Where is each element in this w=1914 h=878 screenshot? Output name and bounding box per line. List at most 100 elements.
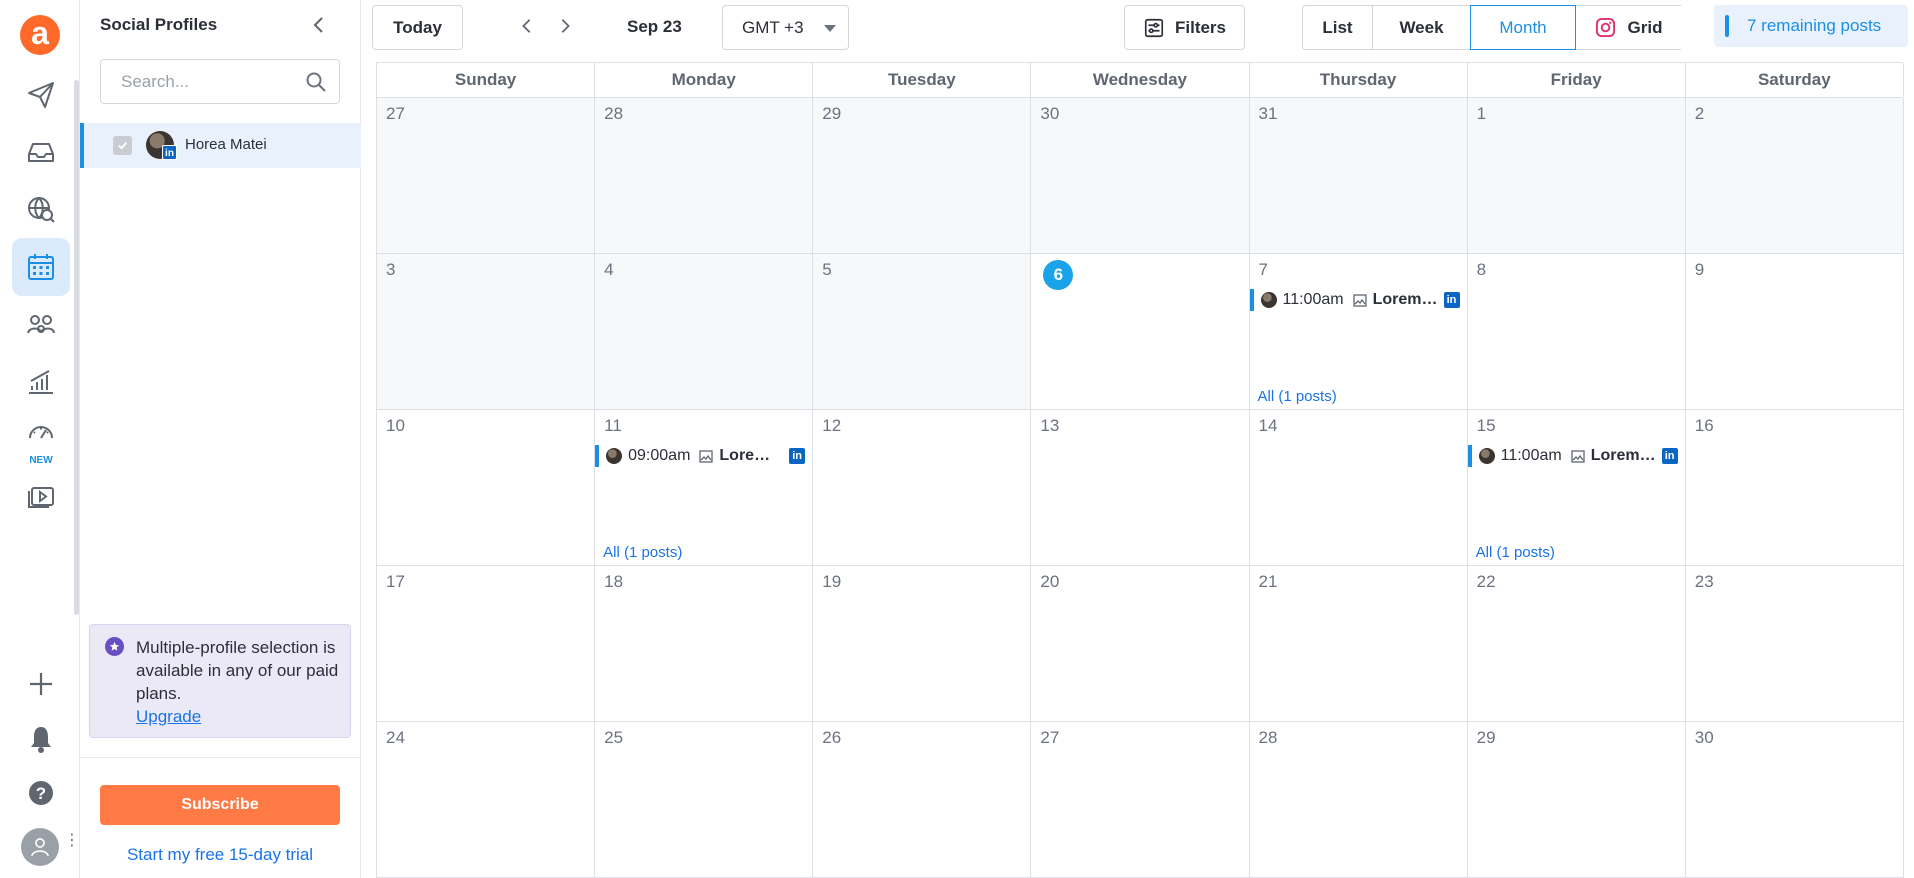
day-cell[interactable]: 7 11:00am Lorem ip... in All (1 posts): [1249, 254, 1468, 410]
filters-button[interactable]: Filters: [1124, 5, 1245, 50]
day-cell[interactable]: 26: [813, 722, 1032, 878]
media-library-icon[interactable]: [12, 467, 70, 525]
day-cell[interactable]: 29: [813, 98, 1032, 254]
month-calendar: Sunday Monday Tuesday Wednesday Thursday…: [376, 62, 1904, 878]
all-posts-link[interactable]: All (1 posts): [1476, 544, 1555, 561]
profile-name: Horea Matei: [185, 136, 267, 153]
scheduled-post[interactable]: 11:00am Lorem ip... in: [1467, 445, 1684, 467]
current-date-label: Sep 23: [627, 17, 682, 36]
day-number: 19: [822, 572, 842, 591]
day-cell[interactable]: 17: [377, 566, 596, 722]
day-cell[interactable]: 4: [595, 254, 814, 410]
day-cell[interactable]: 16: [1685, 410, 1904, 566]
remaining-indicator: [1725, 15, 1729, 37]
search-icon[interactable]: [305, 71, 327, 93]
profile-checkbox[interactable]: [113, 136, 132, 155]
user-avatar-icon[interactable]: [21, 828, 59, 866]
post-time: 11:00am: [1282, 291, 1344, 308]
rail-scrollbar[interactable]: [74, 80, 79, 615]
panel-title: Social Profiles: [100, 15, 218, 34]
new-badge: NEW: [29, 455, 53, 466]
day-cell[interactable]: 27: [377, 98, 596, 254]
profile-search-input[interactable]: [101, 60, 301, 103]
day-cell[interactable]: 27: [1031, 722, 1250, 878]
day-cell[interactable]: 13: [1031, 410, 1250, 566]
plus-icon[interactable]: [12, 655, 70, 713]
day-cell[interactable]: 8: [1467, 254, 1686, 410]
day-cell[interactable]: 1: [1467, 98, 1686, 254]
day-cell[interactable]: 21: [1249, 566, 1468, 722]
day-cell[interactable]: 19: [813, 566, 1032, 722]
analytics-icon[interactable]: [12, 353, 70, 411]
day-cell[interactable]: 31: [1249, 98, 1468, 254]
all-posts-link[interactable]: All (1 posts): [1258, 388, 1337, 405]
calendar-toolbar: Today Sep 23 GMT +3 Filters List Week Mo…: [362, 0, 1914, 58]
day-cell[interactable]: 5: [813, 254, 1032, 410]
view-list-button[interactable]: List: [1302, 5, 1373, 50]
next-month-button[interactable]: [553, 14, 577, 38]
day-cell[interactable]: 10: [377, 410, 596, 566]
post-title: Lorem ip...: [1372, 291, 1438, 308]
view-grid-button[interactable]: Grid: [1575, 5, 1681, 50]
upgrade-link[interactable]: Upgrade: [136, 707, 201, 726]
day-number: 3: [386, 260, 396, 279]
post-title: Lorem i...: [719, 447, 783, 464]
team-icon[interactable]: [12, 296, 70, 354]
day-number: 23: [1694, 572, 1714, 591]
all-posts-link[interactable]: All (1 posts): [603, 544, 682, 561]
day-cell[interactable]: 2: [1685, 98, 1904, 254]
app-logo[interactable]: a: [20, 15, 60, 55]
view-month-button[interactable]: Month: [1470, 5, 1576, 50]
caret-down-icon: [824, 25, 836, 32]
day-cell[interactable]: 11 09:00am Lorem i... in All (1 posts): [595, 410, 814, 566]
collapse-panel-button[interactable]: [304, 12, 334, 38]
linkedin-icon: in: [1661, 448, 1678, 464]
day-cell[interactable]: 22: [1467, 566, 1686, 722]
publish-icon[interactable]: [12, 66, 70, 124]
day-cell[interactable]: 15 11:00am Lorem ip... in All (1 posts): [1467, 410, 1686, 566]
globe-search-icon[interactable]: [12, 180, 70, 238]
dashboard-gauge-icon[interactable]: NEW: [12, 410, 70, 468]
day-cell[interactable]: 14: [1249, 410, 1468, 566]
day-cell[interactable]: 3: [377, 254, 596, 410]
day-cell[interactable]: 24: [377, 722, 596, 878]
day-number: 25: [604, 728, 624, 747]
bell-icon[interactable]: [12, 710, 70, 768]
panel-divider: [80, 757, 361, 758]
day-cell[interactable]: 12: [813, 410, 1032, 566]
day-number: 27: [1040, 728, 1060, 747]
filters-icon: [1144, 18, 1164, 37]
day-cell[interactable]: 25: [595, 722, 814, 878]
day-cell[interactable]: 18: [595, 566, 814, 722]
kebab-menu-icon[interactable]: ⋮: [64, 833, 80, 849]
day-number: 28: [604, 104, 624, 123]
profile-item[interactable]: in Horea Matei: [80, 123, 361, 168]
day-cell-today[interactable]: 6: [1031, 254, 1250, 410]
day-number: 16: [1694, 416, 1714, 435]
check-icon: [118, 142, 127, 150]
timezone-select[interactable]: GMT +3: [722, 5, 849, 50]
day-number: 30: [1040, 104, 1060, 123]
day-cell[interactable]: 29: [1467, 722, 1686, 878]
remaining-posts-badge[interactable]: 7 remaining posts: [1714, 5, 1908, 47]
view-week-button[interactable]: Week: [1372, 5, 1471, 50]
subscribe-button[interactable]: Subscribe: [100, 785, 340, 825]
today-button[interactable]: Today: [372, 5, 463, 50]
day-number: 1: [1476, 104, 1487, 123]
day-cell[interactable]: 23: [1685, 566, 1904, 722]
scheduled-post[interactable]: 09:00am Lorem i... in: [595, 445, 811, 467]
day-cell[interactable]: 9: [1685, 254, 1904, 410]
day-cell[interactable]: 28: [1249, 722, 1468, 878]
free-trial-link[interactable]: Start my free 15-day trial: [100, 845, 340, 865]
day-cell[interactable]: 28: [595, 98, 814, 254]
view-grid-label: Grid: [1627, 17, 1663, 37]
calendar-icon[interactable]: [12, 238, 70, 296]
image-icon: [699, 449, 714, 463]
help-icon[interactable]: ?: [12, 764, 70, 822]
day-cell[interactable]: 30: [1031, 98, 1250, 254]
day-cell[interactable]: 30: [1685, 722, 1904, 878]
day-cell[interactable]: 20: [1031, 566, 1250, 722]
scheduled-post[interactable]: 11:00am Lorem ip... in: [1249, 289, 1466, 311]
inbox-icon[interactable]: [12, 123, 70, 181]
prev-month-button[interactable]: [515, 14, 539, 38]
